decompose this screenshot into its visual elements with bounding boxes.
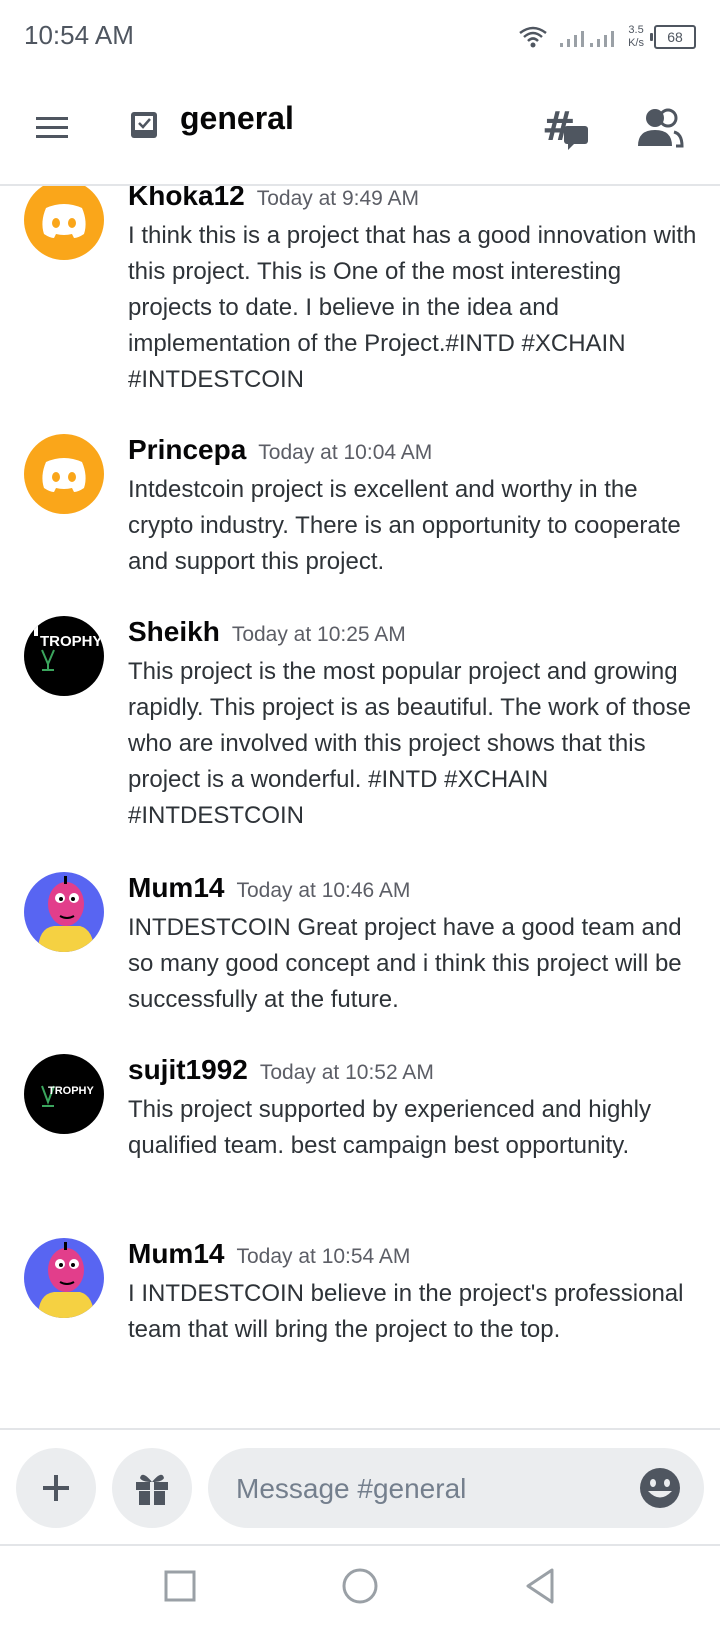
message-input[interactable] xyxy=(234,1466,618,1512)
members-icon[interactable] xyxy=(636,106,684,150)
message-composer xyxy=(0,1428,720,1546)
status-bar: 10:54 AM 3.5 K/s 68 xyxy=(0,0,720,74)
back-triangle-icon[interactable] xyxy=(520,1566,560,1606)
status-indicators: 3.5 K/s 68 xyxy=(518,20,696,54)
battery-level: 68 xyxy=(667,29,683,45)
network-speed-value: 3.5 xyxy=(628,24,644,36)
message-header: Khoka12 Today at 9:49 AM xyxy=(128,186,419,212)
battery-icon: 68 xyxy=(650,25,696,49)
network-speed: 3.5 K/s xyxy=(628,24,644,50)
add-attachment-button[interactable] xyxy=(16,1448,96,1528)
emoji-icon[interactable] xyxy=(638,1466,682,1510)
status-time: 10:54 AM xyxy=(24,20,134,50)
username[interactable]: Mum14 xyxy=(128,1238,224,1269)
discord-logo-icon xyxy=(42,458,86,492)
message-header: Mum14 Today at 10:54 AM xyxy=(128,1238,410,1270)
message-list[interactable]: Khoka12 Today at 9:49 AM I think this is … xyxy=(0,186,720,1426)
message-text: Intdestcoin project is excellent and wor… xyxy=(128,476,681,575)
username[interactable]: sujit1992 xyxy=(128,1054,248,1085)
username[interactable]: Khoka12 xyxy=(128,186,245,211)
wifi-icon xyxy=(519,26,547,48)
home-circle-icon[interactable] xyxy=(340,1566,380,1606)
cartoon-avatar-icon xyxy=(38,1242,94,1318)
message-input-container[interactable] xyxy=(208,1448,704,1528)
recents-square-icon[interactable] xyxy=(160,1566,200,1606)
trophy-avatar-icon: TROPHY xyxy=(34,626,103,671)
avatar[interactable]: TROPHY xyxy=(24,1054,104,1134)
gift-button[interactable] xyxy=(112,1448,192,1528)
timestamp: Today at 10:04 AM xyxy=(258,441,433,464)
message-text: I INTDESTCOIN believe in the project's p… xyxy=(128,1280,684,1343)
system-navigation-bar xyxy=(0,1544,720,1642)
signal-icon xyxy=(560,31,615,47)
message-text: This project supported by experienced an… xyxy=(128,1096,651,1159)
username[interactable]: Mum14 xyxy=(128,872,224,903)
gift-icon xyxy=(136,1474,168,1505)
channel-icon xyxy=(131,112,157,138)
message-header: sujit1992 Today at 10:52 AM xyxy=(128,1054,434,1086)
avatar[interactable] xyxy=(24,1238,104,1318)
trophy-avatar-label: TROPHY xyxy=(40,633,103,650)
timestamp: Today at 9:49 AM xyxy=(256,187,419,210)
message-header: Princepa Today at 10:04 AM xyxy=(128,434,432,466)
message-header: Sheikh Today at 10:25 AM xyxy=(128,616,406,648)
trophy-avatar-icon: TROPHY xyxy=(41,1085,95,1107)
avatar[interactable] xyxy=(24,434,104,514)
timestamp: Today at 10:54 AM xyxy=(236,1245,411,1268)
network-speed-unit: K/s xyxy=(628,37,644,49)
message-text: This project is the most popular project… xyxy=(128,658,691,829)
threads-icon[interactable]: # xyxy=(542,106,592,152)
cartoon-avatar-icon xyxy=(38,876,94,952)
channel-name: general xyxy=(180,100,294,136)
trophy-avatar-label: TROPHY xyxy=(48,1085,95,1097)
timestamp: Today at 10:46 AM xyxy=(236,879,411,902)
timestamp: Today at 10:25 AM xyxy=(231,623,406,646)
username[interactable]: Princepa xyxy=(128,434,246,465)
message-text: I think this is a project that has a goo… xyxy=(128,222,697,393)
discord-logo-icon xyxy=(42,204,86,238)
avatar[interactable]: TROPHY xyxy=(24,616,104,696)
message-text: INTDESTCOIN Great project have a good te… xyxy=(128,914,682,1013)
hamburger-menu-icon[interactable] xyxy=(30,108,74,148)
timestamp: Today at 10:52 AM xyxy=(259,1061,434,1084)
message-header: Mum14 Today at 10:46 AM xyxy=(128,872,410,904)
channel-header: general # xyxy=(0,74,720,186)
username[interactable]: Sheikh xyxy=(128,616,220,647)
avatar[interactable] xyxy=(24,872,104,952)
plus-icon xyxy=(43,1475,69,1501)
avatar[interactable] xyxy=(24,186,104,260)
